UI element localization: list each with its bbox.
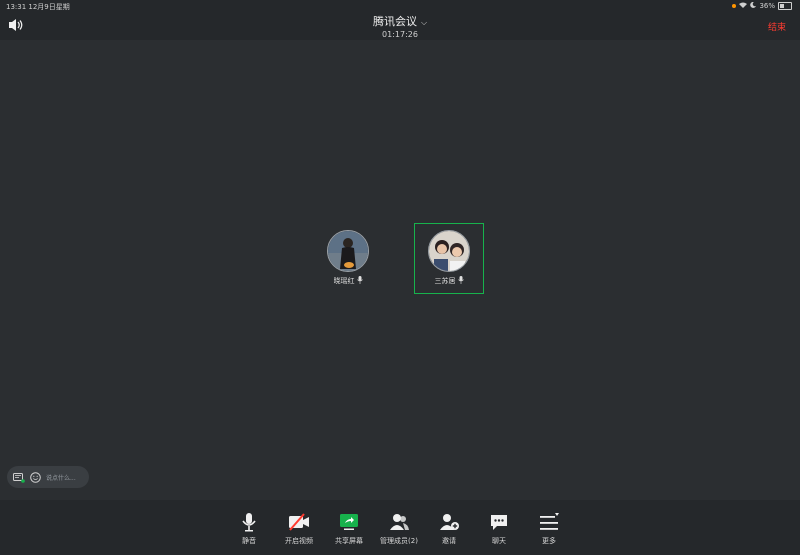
more-label: 更多: [542, 537, 556, 545]
chat-placeholder: 说点什么...: [46, 474, 76, 482]
participant-name: 三苏居: [434, 277, 456, 285]
status-indicators: 36%: [732, 1, 792, 10]
participant-tile-active[interactable]: 三苏居: [414, 223, 484, 294]
chat-bubble-icon: [491, 515, 507, 530]
meeting-title-area[interactable]: 腾讯会议 ⌵ 01:17:26: [0, 13, 800, 39]
chat-label: 聊天: [492, 537, 506, 545]
meeting-title: 腾讯会议: [372, 15, 417, 28]
status-time: 13:31 12月9日星期: [6, 3, 70, 11]
meeting-toolbar: 静音 开启视频 共享屏幕 管理成员(2) 邀请 聊天 更多: [0, 500, 800, 555]
invite-label: 邀请: [442, 537, 456, 545]
manage-members-button[interactable]: 管理成员(2): [374, 512, 424, 546]
invite-button[interactable]: 邀请: [424, 512, 474, 546]
participant-name-row: 晓瑶红: [318, 276, 378, 286]
mic-icon: [356, 276, 363, 286]
manage-members-label: 管理成员(2): [380, 537, 418, 545]
avatar: [327, 230, 369, 272]
status-bar: 13:31 12月9日星期 36%: [0, 0, 800, 12]
start-video-button[interactable]: 开启视频: [274, 512, 324, 546]
more-button[interactable]: 更多: [524, 512, 574, 546]
participant-name: 晓瑶红: [333, 277, 355, 285]
chat-input-pill[interactable]: 说点什么...: [7, 466, 89, 488]
chat-button[interactable]: 聊天: [474, 512, 524, 546]
participant-name-row: 三苏居: [415, 276, 483, 286]
avatar: [428, 230, 470, 272]
add-user-icon: [440, 514, 459, 530]
participant-tile[interactable]: 晓瑶红: [318, 230, 378, 286]
share-screen-button[interactable]: 共享屏幕: [324, 512, 374, 546]
chat-window-icon[interactable]: [13, 468, 25, 487]
recording-dot-icon: [732, 4, 737, 8]
members-icon: [390, 514, 409, 530]
battery-percent: 36%: [759, 2, 775, 10]
mute-button[interactable]: 静音: [224, 512, 274, 546]
emoji-icon[interactable]: [30, 468, 41, 487]
menu-icon: [540, 513, 559, 530]
end-meeting-button[interactable]: 结束: [768, 20, 786, 33]
chevron-down-icon[interactable]: ⌵: [421, 18, 427, 27]
meeting-timer: 01:17:26: [382, 30, 418, 39]
start-video-label: 开启视频: [285, 537, 313, 545]
meeting-header: 腾讯会议 ⌵ 01:17:26 结束: [0, 12, 800, 40]
share-screen-label: 共享屏幕: [335, 537, 363, 545]
mute-label: 静音: [242, 537, 256, 545]
microphone-icon: [242, 513, 256, 532]
moon-icon: [750, 1, 757, 10]
video-off-icon: [289, 513, 309, 531]
battery-icon: [778, 2, 792, 10]
mic-icon: [457, 276, 464, 286]
wifi-icon: [739, 2, 748, 10]
share-screen-icon: [340, 514, 358, 530]
